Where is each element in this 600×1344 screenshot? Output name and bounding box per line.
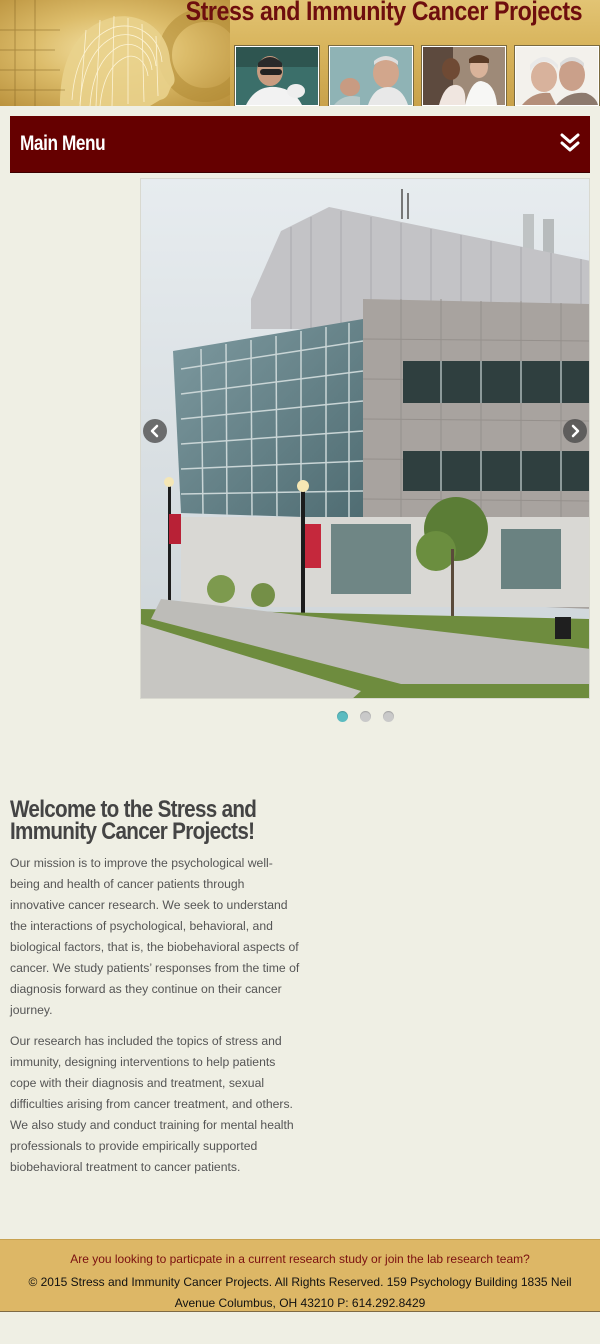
double-chevron-down-icon[interactable] [560, 132, 580, 154]
header-photo-doctor-patient [422, 46, 506, 106]
site-footer: Are you looking to particpate in a curre… [0, 1239, 600, 1312]
slider-prev-button[interactable] [143, 419, 167, 443]
slider-dot-2[interactable] [360, 711, 371, 722]
header-photo-microscope [235, 46, 319, 106]
footer-research-link[interactable]: Are you looking to particpate in a curre… [0, 1252, 600, 1266]
site-title[interactable]: Stress and Immunity Cancer Projects [185, 0, 582, 27]
header-photo-elderly-couple [515, 46, 599, 106]
chevron-left-icon [150, 424, 159, 438]
research-paragraph: Our research has included the topics of … [10, 1034, 294, 1174]
slider-dot-1[interactable] [337, 711, 348, 722]
main-menu-label[interactable]: Main Menu [20, 132, 106, 156]
image-slider[interactable] [140, 178, 590, 699]
main-menu-bar[interactable]: Main Menu [10, 116, 590, 173]
site-header: Stress and Immunity Cancer Projects [0, 0, 600, 106]
header-photo-smiling-man [329, 46, 413, 106]
chevron-right-icon [571, 424, 580, 438]
mission-paragraph: Our mission is to improve the psychologi… [10, 856, 300, 1017]
footer-copyright: © 2015 Stress and Immunity Cancer Projec… [28, 1275, 572, 1310]
page: Stress and Immunity Cancer Projects Main… [0, 0, 600, 1344]
slide-building-photo [141, 179, 589, 698]
slider-dot-3[interactable] [383, 711, 394, 722]
slider-next-button[interactable] [563, 419, 587, 443]
welcome-heading: Welcome to the Stress and Immunity Cance… [10, 796, 257, 845]
